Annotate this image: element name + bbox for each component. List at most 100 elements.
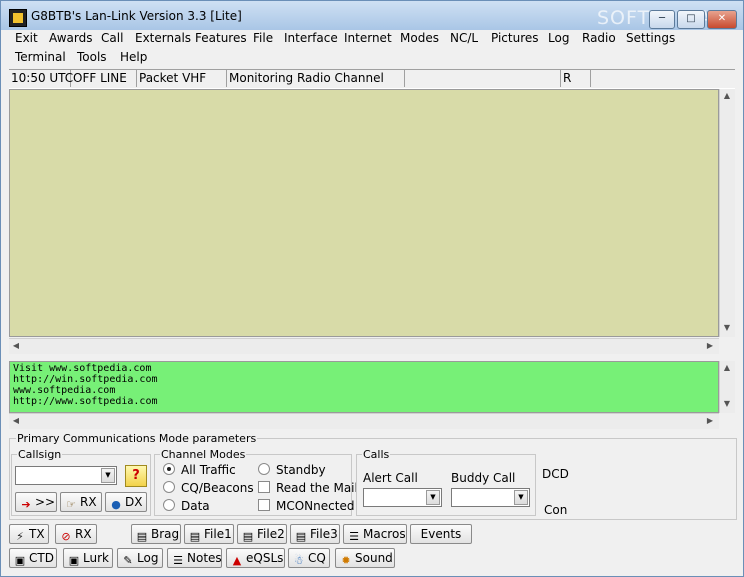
callsign-input[interactable]: ▼ <box>15 466 117 485</box>
app-window: G8BTB's Lan-Link Version 3.3 [Lite] SOFT… <box>0 0 744 577</box>
lightning-icon: ⚡ <box>16 530 24 543</box>
menu-ncl[interactable]: NC/L <box>450 31 478 45</box>
menu-awards[interactable]: Awards <box>49 31 92 45</box>
events-button[interactable]: Events <box>410 524 472 544</box>
scroll-left-icon[interactable]: ◀ <box>9 414 23 428</box>
file3-button[interactable]: ▤ File3 <box>290 524 340 544</box>
document-icon: ▤ <box>295 530 307 543</box>
chevron-down-icon[interactable]: ▼ <box>514 490 528 505</box>
notepad-icon: ☰ <box>173 554 183 567</box>
menu-bar-row2: Terminal Tools Help <box>1 49 743 68</box>
buddy-call-label: Buddy Call <box>451 471 516 485</box>
text-hscroll[interactable]: ◀ ▶ <box>9 413 719 429</box>
con-indicator: Con <box>544 503 568 517</box>
globe-icon: ● <box>111 498 121 511</box>
menu-features[interactable]: Features <box>195 31 247 45</box>
callsign-label: Callsign <box>17 448 63 461</box>
ctd-button[interactable]: ▣ CTD <box>9 548 57 568</box>
radio-standby[interactable]: Standby <box>258 463 326 477</box>
scroll-right-icon[interactable]: ▶ <box>703 339 717 353</box>
monitor-panel[interactable] <box>9 89 719 337</box>
file1-button[interactable]: ▤ File1 <box>184 524 234 544</box>
checkbox-mconnected[interactable]: MCONnected <box>258 499 354 513</box>
no-entry-icon: ⊘ <box>61 530 71 543</box>
minimize-icon[interactable]: ─ <box>649 10 675 29</box>
menu-exit[interactable]: Exit <box>15 31 38 45</box>
tx-button[interactable]: ⚡ TX <box>9 524 49 544</box>
scroll-left-icon[interactable]: ◀ <box>9 339 23 353</box>
close-icon[interactable]: ✕ <box>707 10 737 29</box>
menu-pictures[interactable]: Pictures <box>491 31 539 45</box>
log-button[interactable]: ✎ Log <box>117 548 163 568</box>
checkbox-read-the-mail[interactable]: Read the Mail <box>258 481 358 495</box>
menu-settings[interactable]: Settings <box>626 31 675 45</box>
scroll-up-icon[interactable]: ▲ <box>720 361 734 375</box>
rx-toolbar-button[interactable]: ⊘ RX <box>55 524 97 544</box>
status-empty-2 <box>591 70 735 87</box>
menu-call[interactable]: Call <box>101 31 123 45</box>
scroll-right-icon[interactable]: ▶ <box>703 414 717 428</box>
cq-button[interactable]: ☃ CQ <box>288 548 330 568</box>
calls-label: Calls <box>362 448 391 461</box>
dcd-indicator: DCD <box>542 467 569 481</box>
status-activity: Monitoring Radio Channel <box>227 70 405 87</box>
text-line: www.softpedia.com <box>13 385 116 396</box>
radio-icon <box>163 481 175 493</box>
floppy-disk-icon: ▣ <box>14 554 26 567</box>
menu-help[interactable]: Help <box>120 50 147 64</box>
notepad-icon: ☰ <box>349 530 359 543</box>
menu-modes[interactable]: Modes <box>400 31 439 45</box>
file2-button[interactable]: ▤ File2 <box>237 524 287 544</box>
scroll-down-icon[interactable]: ▼ <box>720 397 734 411</box>
document-icon: ▤ <box>136 530 148 543</box>
menu-radio[interactable]: Radio <box>582 31 616 45</box>
channel-modes-label: Channel Modes <box>160 448 247 461</box>
notes-button[interactable]: ☰ Notes <box>167 548 222 568</box>
chevron-down-icon[interactable]: ▼ <box>101 468 115 483</box>
text-panel[interactable]: Visit www.softpedia.com http://win.softp… <box>9 361 719 413</box>
window-title: G8BTB's Lan-Link Version 3.3 [Lite] <box>31 9 242 23</box>
text-vscroll[interactable]: ▲ ▼ <box>719 361 735 413</box>
brag-button[interactable]: ▤ Brag <box>131 524 181 544</box>
radio-all-traffic[interactable]: All Traffic <box>163 463 236 477</box>
menu-externals[interactable]: Externals <box>135 31 191 45</box>
radio-cq-beacons[interactable]: CQ/Beacons <box>163 481 254 495</box>
status-empty <box>405 70 561 87</box>
sound-button[interactable]: ✹ Sound <box>335 548 395 568</box>
macros-button[interactable]: ☰ Macros <box>343 524 407 544</box>
menu-tools[interactable]: Tools <box>77 50 107 64</box>
help-icon[interactable]: ? <box>125 465 147 487</box>
checkbox-icon <box>258 481 270 493</box>
monitor-vscroll[interactable]: ▲ ▼ <box>719 89 735 337</box>
rx-button[interactable]: ☞ RX <box>60 492 102 512</box>
eqsls-button[interactable]: ▲ eQSLs <box>226 548 285 568</box>
menu-log[interactable]: Log <box>548 31 569 45</box>
menu-terminal[interactable]: Terminal <box>15 50 66 64</box>
text-line: http://win.softpedia.com <box>13 374 158 385</box>
primary-comms-label: Primary Communications Mode parameters <box>16 432 258 445</box>
monitor-hscroll[interactable]: ◀ ▶ <box>9 338 719 354</box>
scroll-down-icon[interactable]: ▼ <box>720 321 734 335</box>
document-icon: ▤ <box>189 530 201 543</box>
buddy-call-select[interactable]: ▼ <box>451 488 530 507</box>
radio-icon <box>163 499 175 511</box>
dx-button[interactable]: ● DX <box>105 492 147 512</box>
pointing-hand-icon: ☞ <box>66 498 76 511</box>
status-time: 10:50 UTC <box>11 70 74 87</box>
menu-internet[interactable]: Internet <box>344 31 392 45</box>
scroll-up-icon[interactable]: ▲ <box>720 89 734 103</box>
menu-bar: Exit Awards Call Externals Features File… <box>1 30 743 49</box>
chevron-down-icon[interactable]: ▼ <box>426 490 440 505</box>
menu-interface[interactable]: Interface <box>284 31 338 45</box>
menu-file[interactable]: File <box>253 31 273 45</box>
app-icon[interactable] <box>9 9 27 27</box>
document-icon: ▤ <box>242 530 254 543</box>
lurk-button[interactable]: ▣ Lurk <box>63 548 113 568</box>
floppy-disk-icon: ▣ <box>68 554 80 567</box>
maximize-icon[interactable]: □ <box>677 10 705 29</box>
alert-call-select[interactable]: ▼ <box>363 488 442 507</box>
send-callsign-button[interactable]: ➔ >> <box>15 492 57 512</box>
radio-data[interactable]: Data <box>163 499 210 513</box>
title-bar[interactable]: G8BTB's Lan-Link Version 3.3 [Lite] SOFT… <box>1 1 743 30</box>
radio-icon <box>258 463 270 475</box>
